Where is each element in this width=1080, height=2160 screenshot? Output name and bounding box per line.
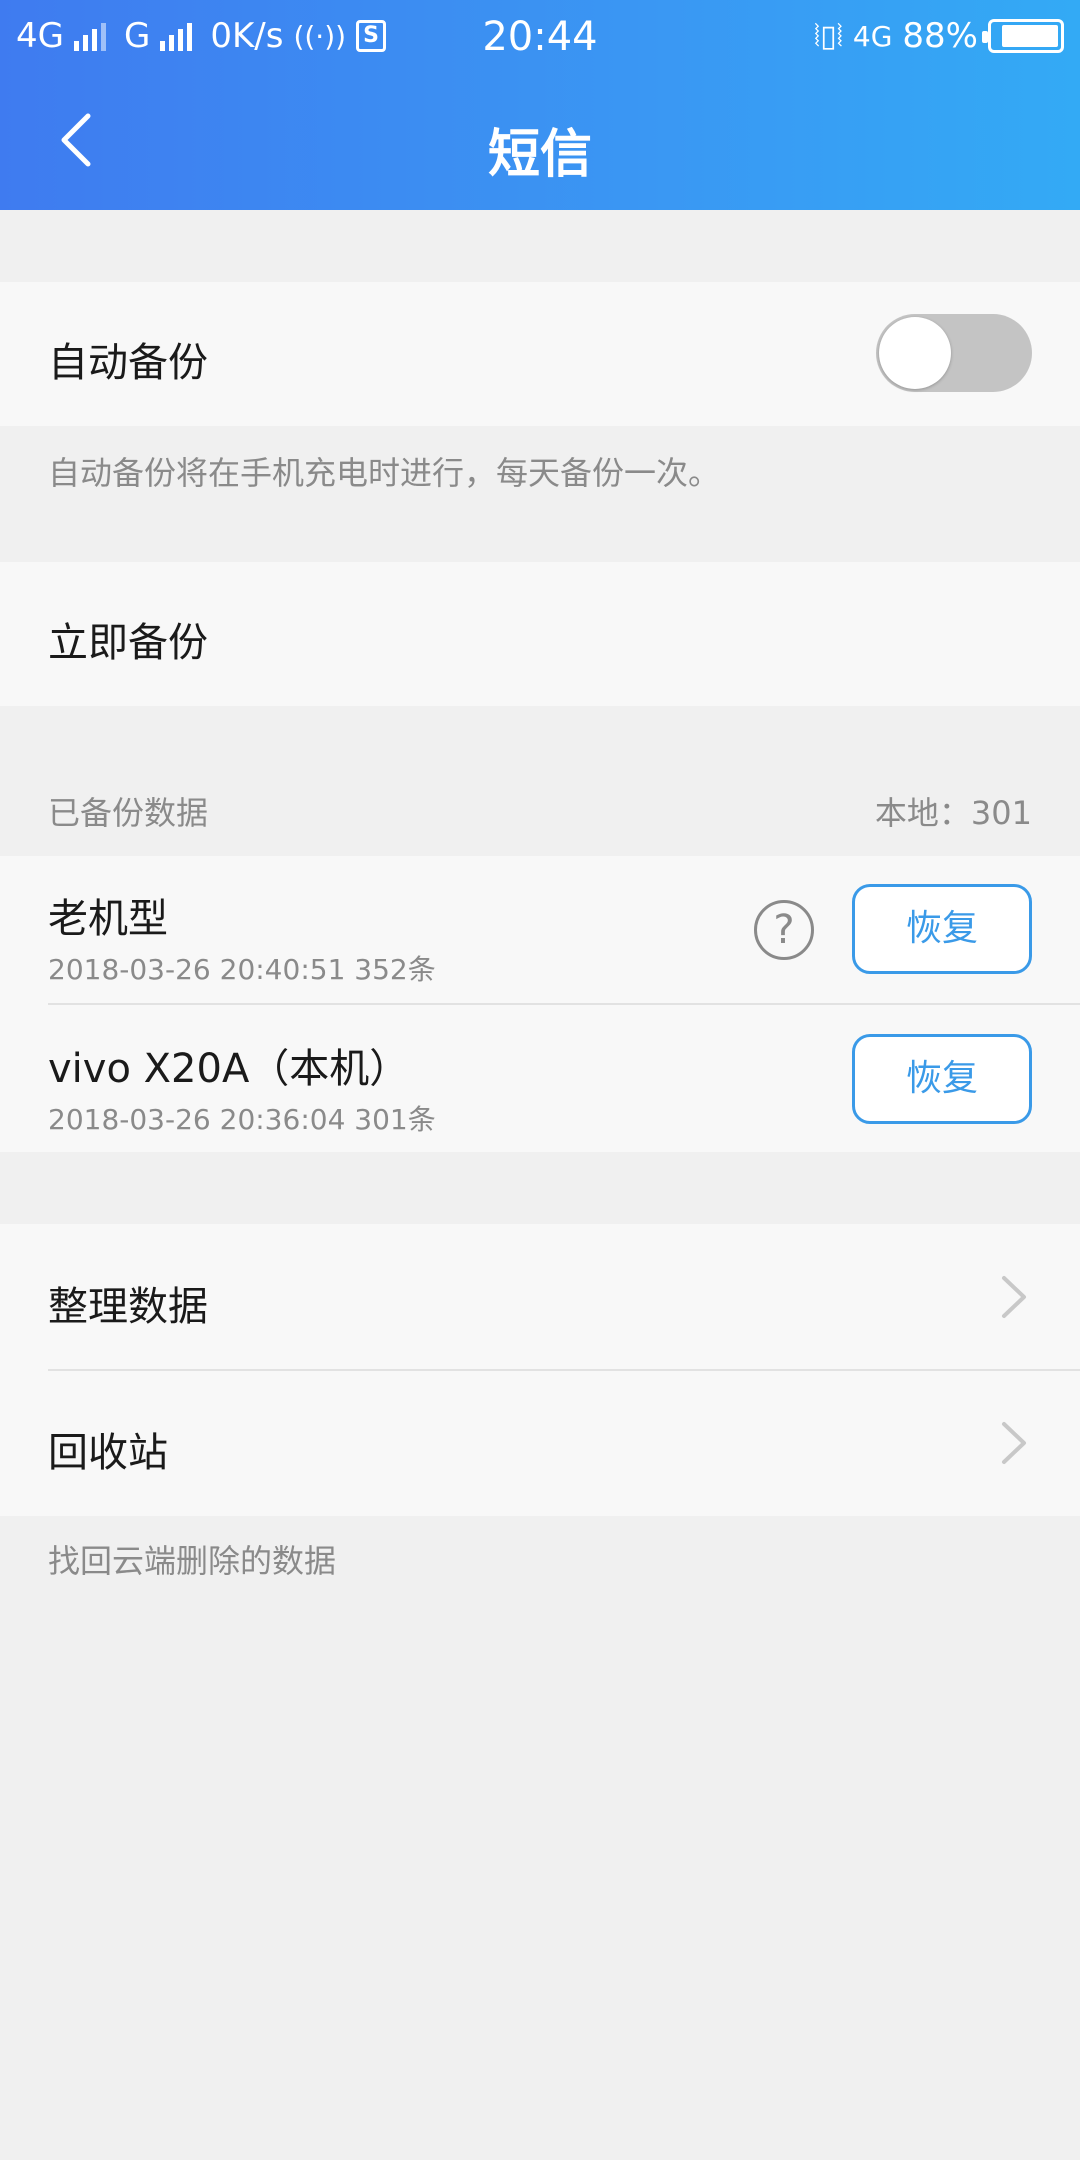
app-header: 4G G 0K/s ((·)) S 20:44 ⦚▯⦚ 4G 88% 短信 — [0, 0, 1080, 210]
auto-backup-row: 自动备份 — [0, 282, 1080, 426]
network-type-3: 4G — [852, 19, 893, 53]
auto-backup-label: 自动备份 — [48, 340, 208, 386]
recycle-bin-note: 找回云端删除的数据 — [48, 1542, 337, 1580]
backup-list: 老机型 2018-03-26 20:40:51 352条 ? 恢复 vivo X… — [0, 856, 1080, 1152]
toggle-knob — [879, 317, 951, 389]
backup-device-name: 老机型 — [48, 896, 168, 942]
backed-up-section-header: 已备份数据 本地：301 — [0, 788, 1080, 832]
backed-up-title: 已备份数据 — [48, 794, 209, 832]
chevron-right-icon — [1002, 1422, 1026, 1464]
auto-backup-note: 自动备份将在手机充电时进行，每天备份一次。 — [48, 454, 721, 492]
chevron-right-icon — [1002, 1276, 1026, 1318]
backup-meta: 2018-03-26 20:36:04 301条 — [48, 1103, 436, 1136]
recycle-bin-row[interactable]: 回收站 — [0, 1370, 1080, 1516]
status-bar: 4G G 0K/s ((·)) S 20:44 ⦚▯⦚ 4G 88% — [0, 0, 1080, 72]
restore-button[interactable]: 恢复 — [852, 1034, 1032, 1124]
organize-data-row[interactable]: 整理数据 — [0, 1224, 1080, 1370]
backup-meta: 2018-03-26 20:40:51 352条 — [48, 953, 436, 986]
battery-fill — [1001, 25, 1058, 47]
restore-button[interactable]: 恢复 — [852, 884, 1032, 974]
battery-icon — [982, 19, 1064, 53]
list-item: 老机型 2018-03-26 20:40:51 352条 ? 恢复 — [0, 856, 1080, 1004]
recycle-bin-label: 回收站 — [48, 1430, 168, 1476]
backup-device-name: vivo X20A（本机） — [48, 1046, 410, 1092]
divider — [48, 1003, 1080, 1005]
data-menu: 整理数据 回收站 — [0, 1224, 1080, 1516]
backup-now-label: 立即备份 — [48, 620, 208, 666]
help-icon[interactable]: ? — [754, 900, 814, 960]
battery-percent: 88% — [902, 16, 978, 56]
backup-now-row[interactable]: 立即备份 — [0, 562, 1080, 706]
navigation-bar: 短信 — [0, 72, 1080, 210]
vibrate-icon: ⦚▯⦚ — [813, 18, 843, 54]
auto-backup-toggle[interactable] — [876, 314, 1032, 392]
list-item: vivo X20A（本机） 2018-03-26 20:36:04 301条 恢… — [0, 1006, 1080, 1154]
local-count: 本地：301 — [874, 794, 1032, 832]
status-right: ⦚▯⦚ 4G 88% — [814, 16, 1064, 56]
page-title: 短信 — [487, 125, 592, 185]
organize-data-label: 整理数据 — [48, 1284, 208, 1330]
